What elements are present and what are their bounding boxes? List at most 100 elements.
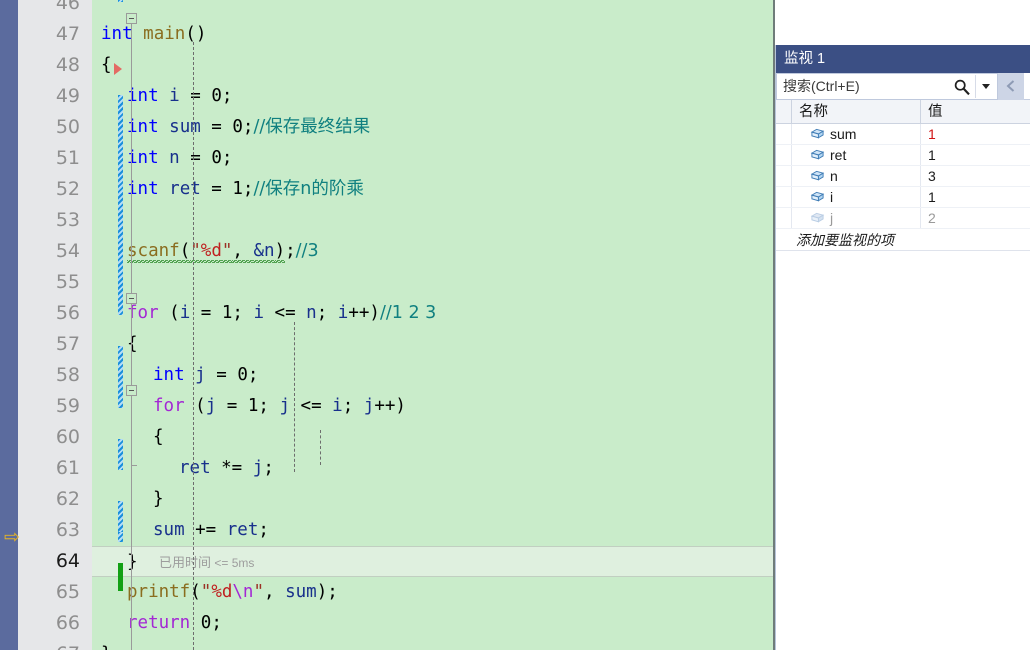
watch-row[interactable]: i1 [776, 187, 1030, 208]
watch-row-gutter [776, 124, 792, 144]
watch-variable-name[interactable]: j [792, 208, 921, 228]
line-number: 50 [55, 116, 80, 138]
code-token: %d [211, 582, 233, 602]
line-number: 60 [55, 426, 80, 448]
code-line[interactable]: int ret = 1;//保存n的阶乘 [92, 174, 773, 205]
line-number: 46 [55, 0, 80, 14]
variable-field-icon [810, 128, 825, 139]
code-token: = [179, 148, 212, 168]
back-chevron-icon[interactable] [998, 72, 1024, 100]
code-line[interactable]: printf("%d\n", sum); [92, 577, 773, 608]
watch-variable-value-text: 1 [928, 126, 936, 142]
code-token: ; [247, 365, 259, 385]
line-number: 65 [55, 581, 80, 603]
watch-row[interactable]: ret 1 [776, 145, 1030, 166]
watch-add-item-row[interactable]: 添加要监视的项 [776, 229, 1030, 251]
watch-variable-value[interactable]: 1 [921, 187, 1030, 207]
editor-indicator-bar [0, 0, 18, 650]
code-token: { [153, 427, 164, 447]
code-line[interactable]: sum += ret; [92, 515, 773, 546]
watch-variable-value[interactable]: 1 [921, 145, 1030, 165]
code-line[interactable]: int i = 0; [92, 81, 773, 112]
code-line[interactable]: for (i = 1; i <= n; i++)//1 2 3 [92, 298, 773, 329]
code-token: ; [263, 458, 274, 478]
code-token: sum [169, 117, 201, 137]
code-line[interactable]: for (j = 1; j <= i; j++) [92, 391, 773, 422]
code-token: 1 [247, 396, 259, 416]
line-number: 52 [55, 178, 80, 200]
code-line[interactable]: int main() [92, 19, 773, 50]
code-token: ( [184, 396, 206, 416]
watch-search-box[interactable]: 搜索(Ctrl+E) [776, 72, 998, 100]
indent-guide [294, 322, 295, 472]
watch-variable-value[interactable]: 3 [921, 166, 1030, 186]
watch-window[interactable]: 监视 1 搜索(Ctrl+E) 名称 值 sum 1 ret 1 n 3 i 1… [775, 45, 1030, 650]
bookmark-marker-icon[interactable] [114, 63, 122, 75]
outlining-collapse-button[interactable] [126, 385, 137, 396]
code-token: ; [232, 303, 254, 323]
code-editor-pane[interactable]: int main(){int i = 0; int sum = 0;//保存最终结… [0, 0, 775, 650]
chevron-down-icon [981, 83, 990, 89]
code-token: " [200, 582, 212, 602]
code-line[interactable]: scanf("%d", &n);//3 [92, 236, 773, 267]
code-line[interactable]: int sum = 0;//保存最终结果 [92, 112, 773, 143]
code-token: j [252, 458, 264, 478]
code-token: n [306, 303, 317, 323]
watch-row[interactable]: sum 1 [776, 124, 1030, 145]
watch-variable-name[interactable]: ret [792, 145, 921, 165]
code-line[interactable] [92, 267, 773, 298]
code-line[interactable]: { [92, 329, 773, 360]
change-indicator-bar [118, 0, 123, 2]
code-token: = [190, 303, 222, 323]
code-token: ; [258, 396, 280, 416]
code-line[interactable]: ret *= j; [92, 453, 773, 484]
code-line[interactable]: int n = 0; [92, 143, 773, 174]
watch-row[interactable]: n3 [776, 166, 1030, 187]
search-dropdown-button[interactable] [975, 74, 995, 98]
code-token: = [179, 86, 212, 106]
watch-variable-name[interactable]: n [792, 166, 921, 186]
code-line[interactable]: } 已用时间 <= 5ms [92, 546, 773, 577]
code-line[interactable]: } [92, 484, 773, 515]
watch-search-row[interactable]: 搜索(Ctrl+E) [776, 72, 1030, 100]
watch-pane-top-strip [775, 0, 1030, 45]
watch-variable-value-text: 1 [928, 189, 936, 205]
watch-variable-name[interactable]: i [792, 187, 921, 207]
outlining-collapse-button[interactable] [126, 13, 137, 24]
line-number: 62 [55, 488, 80, 510]
code-line[interactable] [92, 205, 773, 236]
visual-studio-debug-window: int main(){int i = 0; int sum = 0;//保存最终结… [0, 0, 1030, 650]
code-line[interactable] [92, 0, 773, 19]
watch-window-title: 监视 1 [776, 45, 1030, 73]
watch-rows-container[interactable]: sum 1 ret 1 n3 i1 j2 [776, 124, 1030, 229]
watch-column-value[interactable]: 值 [921, 100, 1030, 123]
code-line[interactable]: { [92, 422, 773, 453]
change-indicator-bar [118, 439, 123, 470]
code-line[interactable]: { [92, 50, 773, 81]
watch-row-gutter [776, 187, 792, 207]
outlining-collapse-button[interactable] [126, 293, 137, 304]
watch-variable-value[interactable]: 1 [921, 124, 1030, 144]
search-icon[interactable] [953, 78, 971, 96]
code-token: ret [179, 458, 211, 478]
indent-guide [193, 42, 194, 650]
code-token: ; [285, 241, 296, 261]
watch-variable-value[interactable]: 2 [921, 208, 1030, 228]
code-line[interactable]: int j = 0; [92, 360, 773, 391]
code-token: ; [211, 613, 222, 633]
code-token: int [153, 365, 185, 385]
code-token: } [153, 489, 164, 509]
watch-variable-name[interactable]: sum [792, 124, 921, 144]
code-line[interactable]: } [92, 639, 773, 650]
line-number: 58 [55, 364, 80, 386]
code-token: //3 [295, 241, 319, 261]
watch-row[interactable]: j2 [776, 208, 1030, 229]
line-number: 53 [55, 209, 80, 231]
watch-search-placeholder: 搜索(Ctrl+E) [783, 78, 860, 94]
code-text-area[interactable]: int main(){int i = 0; int sum = 0;//保存最终结… [92, 0, 773, 650]
watch-column-name[interactable]: 名称 [792, 100, 921, 123]
code-line[interactable]: return 0; [92, 608, 773, 639]
